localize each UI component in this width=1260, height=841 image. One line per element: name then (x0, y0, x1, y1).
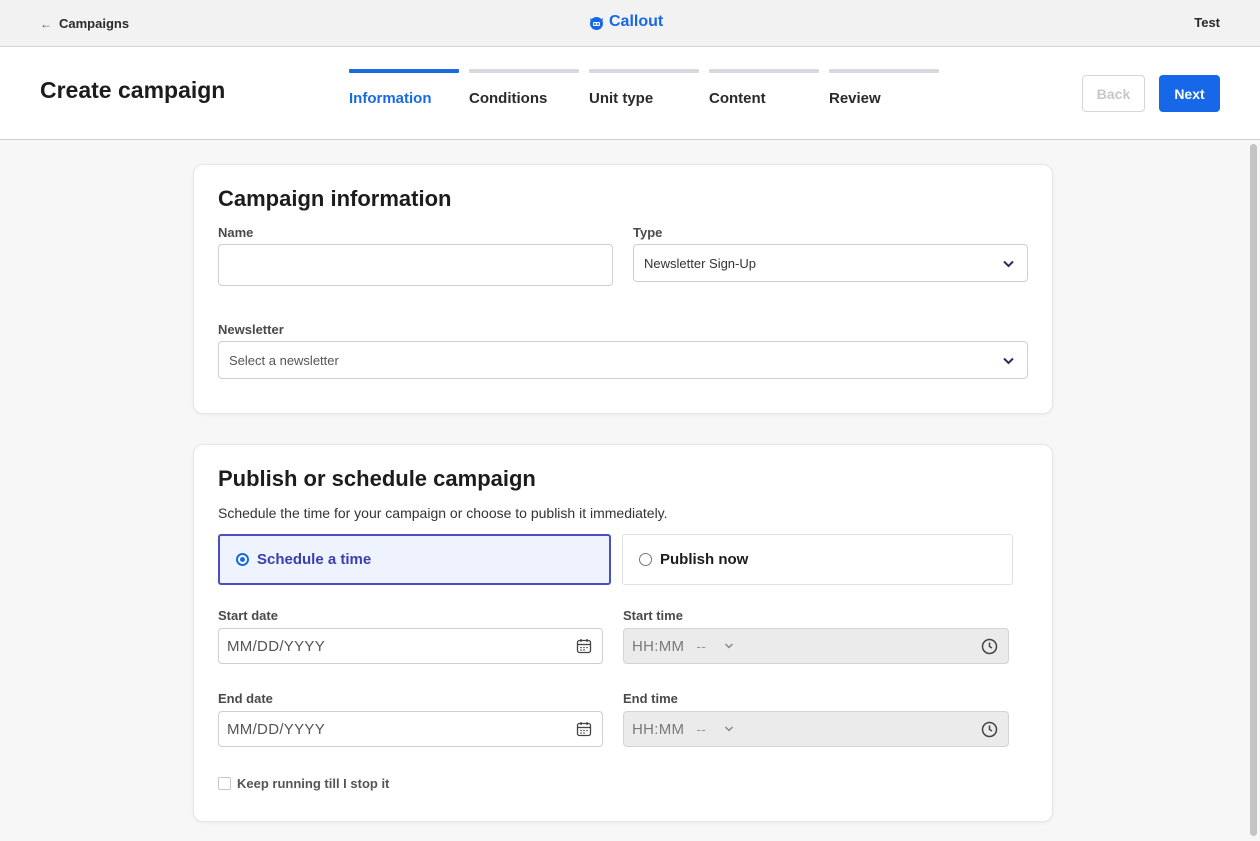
ampm-value: -- (696, 638, 707, 654)
arrow-left-icon: ← (40, 16, 52, 31)
type-label: Type (633, 225, 663, 240)
step-label: Content (709, 90, 766, 107)
user-menu[interactable]: Test (1194, 15, 1220, 30)
end-time-input[interactable]: HH:MM -- (623, 711, 1009, 747)
newsletter-select-placeholder: Select a newsletter (229, 352, 339, 368)
step-label: Conditions (469, 90, 548, 107)
top-bar: ← Campaigns Callout Test (0, 0, 1260, 47)
start-time-label: Start time (623, 608, 683, 623)
back-link-label: Campaigns (59, 16, 130, 31)
schedule-a-time-option[interactable]: Schedule a time (218, 534, 611, 585)
step-bar (829, 69, 939, 73)
radio-selected-icon[interactable] (236, 553, 249, 566)
step-bar (709, 69, 819, 73)
step-progress: Information Conditions Unit type Content… (349, 69, 939, 107)
publish-schedule-heading: Publish or schedule campaign (218, 466, 536, 491)
chevron-down-icon (725, 726, 734, 732)
start-date-input[interactable]: MM/DD/YYYY (218, 628, 603, 664)
name-input[interactable] (218, 244, 613, 286)
publish-now-option[interactable]: Publish now (622, 534, 1013, 585)
step-review[interactable]: Review (829, 69, 939, 107)
end-time-label: End time (623, 691, 678, 706)
calendar-icon[interactable] (576, 721, 592, 737)
newsletter-label: Newsletter (218, 322, 284, 337)
end-time-ampm-select[interactable]: -- (696, 721, 734, 737)
clock-icon (981, 638, 998, 655)
step-content[interactable]: Content (709, 69, 819, 107)
start-time-input[interactable]: HH:MM -- (623, 628, 1009, 664)
vertical-scrollbar[interactable] (1250, 144, 1257, 836)
publish-option-label: Publish now (660, 551, 749, 568)
start-time-placeholder: HH:MM (632, 637, 685, 655)
step-information[interactable]: Information (349, 69, 459, 107)
page-title: Create campaign (40, 77, 226, 103)
step-label: Unit type (589, 90, 654, 107)
clock-icon (981, 721, 998, 738)
chevron-down-icon (1003, 260, 1014, 268)
name-label: Name (218, 225, 254, 240)
step-bar (589, 69, 699, 73)
schedule-option-label: Schedule a time (257, 551, 372, 568)
step-label: Review (829, 90, 881, 107)
end-date-label: End date (218, 691, 273, 706)
radio-unselected-icon[interactable] (639, 553, 652, 566)
keep-running-label: Keep running till I stop it (237, 776, 390, 791)
step-conditions[interactable]: Conditions (469, 69, 579, 107)
chevron-down-icon (725, 643, 734, 649)
campaign-information-card: Campaign information Name Type Newslette… (193, 164, 1053, 414)
step-label: Information (349, 90, 432, 107)
page-header: Create campaign Information Conditions U… (0, 47, 1260, 140)
ampm-value: -- (696, 721, 707, 737)
chevron-down-icon (1003, 357, 1014, 365)
main-content[interactable]: Campaign information Name Type Newslette… (0, 140, 1260, 841)
end-date-placeholder: MM/DD/YYYY (227, 720, 326, 738)
campaign-information-heading: Campaign information (218, 186, 452, 211)
newsletter-select[interactable]: Select a newsletter (218, 341, 1028, 379)
back-button[interactable]: Back (1082, 75, 1145, 112)
start-date-label: Start date (218, 608, 278, 623)
start-date-placeholder: MM/DD/YYYY (227, 637, 326, 655)
step-unit-type[interactable]: Unit type (589, 69, 699, 107)
start-time-ampm-select[interactable]: -- (696, 638, 734, 654)
publish-schedule-card: Publish or schedule campaign Schedule th… (193, 444, 1053, 822)
keep-running-option[interactable]: Keep running till I stop it (218, 776, 389, 791)
type-select[interactable]: Newsletter Sign-Up (633, 244, 1028, 282)
end-date-input[interactable]: MM/DD/YYYY (218, 711, 603, 747)
brand-logo[interactable]: Callout (588, 13, 663, 31)
step-bar (469, 69, 579, 73)
step-bar (349, 69, 459, 73)
callout-mascot-icon (590, 16, 603, 30)
end-time-placeholder: HH:MM (632, 720, 685, 738)
brand-name: Callout (609, 13, 664, 30)
calendar-icon[interactable] (576, 638, 592, 654)
next-button[interactable]: Next (1159, 75, 1220, 112)
type-select-value: Newsletter Sign-Up (644, 255, 756, 271)
back-to-campaigns-link[interactable]: ← Campaigns (40, 16, 129, 31)
keep-running-checkbox[interactable] (218, 777, 231, 790)
publish-schedule-description: Schedule the time for your campaign or c… (218, 505, 668, 521)
